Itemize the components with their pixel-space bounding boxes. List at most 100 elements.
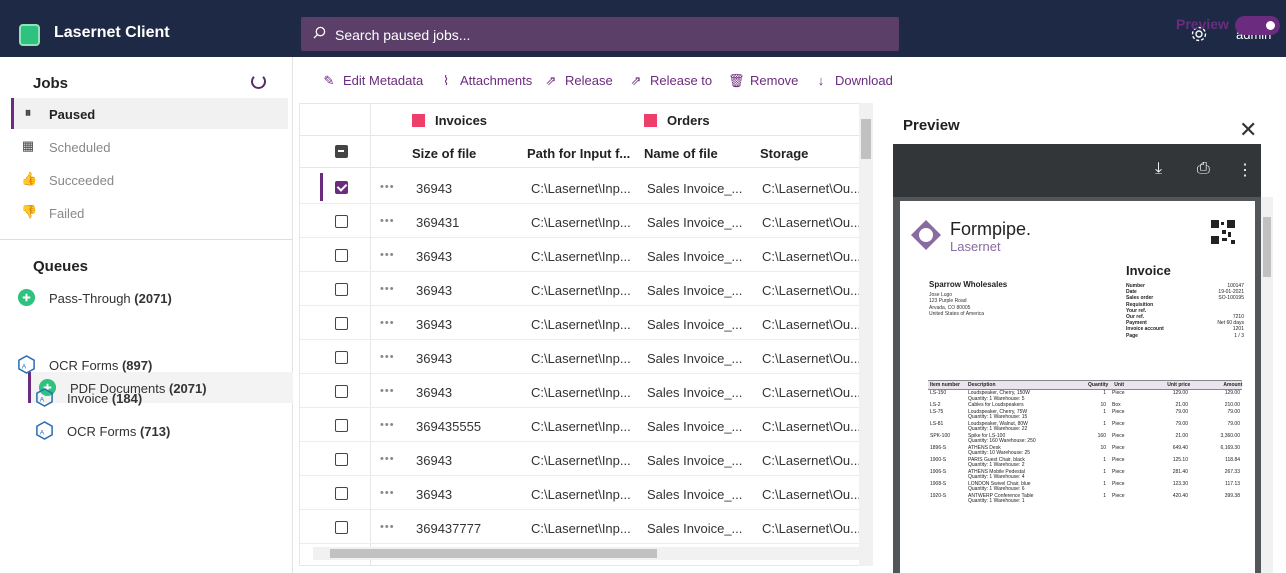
table-row[interactable]: ••• 36943 C:\Lasernet\Inp... Sales Invoice_…: [300, 170, 860, 204]
preview-toggle[interactable]: [1235, 16, 1280, 35]
group-marker: [644, 114, 657, 127]
table-row[interactable]: ••• 36943 C:\Lasernet\Inp... Sales Invoice_…: [300, 306, 860, 340]
cell-size: 36943: [416, 453, 453, 468]
cell-storage: C:\Lasernet\Ou...: [762, 249, 860, 264]
row-menu-icon[interactable]: •••: [380, 181, 395, 193]
row-checkbox[interactable]: [335, 521, 348, 534]
preview-panel: Preview ✕ ⤓ ⎙ ⋮ Formpipe. Lasernet Invoi…: [893, 103, 1286, 573]
column-header-path[interactable]: Path for Input f...: [527, 146, 630, 161]
remove-button[interactable]: 🗑 Remove: [728, 73, 798, 89]
invoice-page: Formpipe. Lasernet Invoice Sparrow Whole…: [900, 201, 1255, 573]
meta-value: SO-100195: [1218, 295, 1244, 302]
row-menu-icon[interactable]: •••: [380, 283, 395, 295]
row-checkbox[interactable]: [335, 453, 348, 466]
row-checkbox[interactable]: [335, 487, 348, 500]
group-label: Orders: [667, 113, 710, 128]
download-button[interactable]: ↓ Download: [813, 73, 893, 88]
print-icon[interactable]: ⎙: [1197, 160, 1210, 178]
line-amount: 267.33: [1224, 468, 1240, 475]
company-name: Sparrow Wholesales: [929, 280, 1008, 289]
line-desc-detail: Quantity: 1 Warehouse: 4: [968, 474, 1025, 480]
attachments-button[interactable]: ⌇ Attachments: [438, 73, 532, 89]
line-unit-price: 79.00: [1175, 420, 1188, 427]
row-checkbox[interactable]: [335, 283, 348, 296]
line-desc-detail: Quantity: 10 Warehouse: 25: [968, 450, 1031, 456]
queue-name: Invoice: [67, 391, 109, 406]
close-icon[interactable]: ✕: [1239, 117, 1257, 143]
jobs-heading: Jobs: [33, 75, 69, 92]
row-checkbox[interactable]: [335, 317, 348, 330]
preview-scrollbar[interactable]: [1261, 197, 1273, 573]
row-menu-icon[interactable]: •••: [380, 351, 395, 363]
search-input[interactable]: Search paused jobs...: [301, 17, 899, 51]
grid-vertical-scrollbar[interactable]: [859, 103, 873, 566]
line-unit: Piece: [1112, 456, 1125, 463]
brand-sub: Lasernet: [950, 239, 1001, 254]
release-button[interactable]: ⇗ Release: [543, 73, 613, 89]
edit-metadata-button[interactable]: ✎ Edit Metadata: [321, 73, 424, 89]
queue-name: Pass-Through: [49, 291, 131, 306]
row-menu-icon[interactable]: •••: [380, 317, 395, 329]
download-icon[interactable]: ⤓: [1155, 160, 1162, 178]
table-row[interactable]: ••• 36943 C:\Lasernet\Inp... Sales Invoice_…: [300, 476, 860, 510]
row-checkbox[interactable]: [335, 181, 348, 194]
row-checkbox[interactable]: [335, 419, 348, 432]
svg-text:A: A: [40, 429, 45, 436]
line-description: ANTWERP Conference Table Quantity: 1 Ware…: [968, 493, 1088, 505]
row-menu-icon[interactable]: •••: [380, 249, 395, 261]
line-description: ATHENS Desk Quantity: 10 Warehouse: 25: [968, 445, 1088, 457]
more-options-icon[interactable]: ⋮: [1237, 160, 1253, 180]
release-icon: ⇗: [545, 73, 557, 88]
row-checkbox[interactable]: [335, 249, 348, 262]
cell-size: 369435555: [416, 419, 482, 434]
select-all-checkbox[interactable]: [335, 145, 348, 158]
row-checkbox[interactable]: [335, 385, 348, 398]
sidebar-item-scheduled[interactable]: ▦ Scheduled: [11, 131, 288, 162]
table-row[interactable]: ••• 36943 C:\Lasernet\Inp... Sales Invoice_…: [300, 238, 860, 272]
table-row[interactable]: ••• 369437777 C:\Lasernet\Inp... Sales Invo…: [300, 510, 860, 544]
queue-name: OCR Forms: [49, 358, 119, 373]
sidebar-divider: [0, 239, 293, 240]
line-unit-price: 125.10: [1172, 456, 1188, 463]
row-menu-icon[interactable]: •••: [380, 453, 395, 465]
release-to-button[interactable]: ⇗ Release to: [628, 73, 713, 89]
row-menu-icon[interactable]: •••: [380, 215, 395, 227]
sidebar-item-succeeded[interactable]: 👍 Succeeded: [11, 164, 288, 195]
pdf-viewer: Formpipe. Lasernet Invoice Sparrow Whole…: [893, 197, 1261, 573]
sidebar-item-failed[interactable]: 👎 Failed: [11, 197, 288, 228]
row-menu-icon[interactable]: •••: [380, 521, 395, 533]
cell-name: Sales Invoice_...: [647, 181, 743, 196]
table-row[interactable]: ••• 369431 C:\Lasernet\Inp... Sales Invoice…: [300, 204, 860, 238]
line-amount: 79.00: [1227, 420, 1240, 427]
table-row[interactable]: ••• 369435555 C:\Lasernet\Inp... Sales Invo…: [300, 408, 860, 442]
cell-size: 36943: [416, 317, 453, 332]
line-quantity: 160: [1097, 432, 1106, 439]
group-marker: [412, 114, 425, 127]
table-row[interactable]: ••• 36943 C:\Lasernet\Inp... Sales Invoice_…: [300, 442, 860, 476]
grid-horizontal-scrollbar[interactable]: [313, 547, 859, 560]
button-label: Remove: [750, 73, 799, 88]
line-unit-price: 281.40: [1172, 468, 1188, 475]
column-header-storage[interactable]: Storage: [760, 146, 808, 161]
trash-icon: 🗑: [728, 73, 745, 88]
row-menu-icon[interactable]: •••: [380, 487, 395, 499]
row-checkbox[interactable]: [335, 351, 348, 364]
cell-path: C:\Lasernet\Inp...: [531, 385, 631, 400]
row-checkbox[interactable]: [335, 215, 348, 228]
queue-count: (897): [121, 358, 153, 373]
table-row[interactable]: ••• 36943 C:\Lasernet\Inp... Sales Invoice_…: [300, 272, 860, 306]
cell-name: Sales Invoice_...: [647, 317, 743, 332]
table-row[interactable]: ••• 36943 C:\Lasernet\Inp... Sales Invoice_…: [300, 340, 860, 374]
svg-text:A: A: [40, 396, 45, 403]
table-row[interactable]: ••• 36943 C:\Lasernet\Inp... Sales Invoice_…: [300, 374, 860, 408]
invoice-line: LS-75 Loudspeaker, Cherry, 75W Quantity: 1…: [928, 409, 1242, 421]
line-unit-price: 420.40: [1172, 492, 1188, 499]
sidebar-item-paused[interactable]: ⏸ Paused: [11, 98, 288, 129]
column-header-name[interactable]: Name of file: [644, 146, 718, 161]
column-header-size[interactable]: Size of file: [412, 146, 476, 161]
sidebar-item-label: Succeeded: [49, 173, 115, 188]
cell-name: Sales Invoice_...: [647, 487, 743, 502]
row-menu-icon[interactable]: •••: [380, 419, 395, 431]
row-menu-icon[interactable]: •••: [380, 385, 395, 397]
refresh-icon[interactable]: [251, 74, 266, 89]
